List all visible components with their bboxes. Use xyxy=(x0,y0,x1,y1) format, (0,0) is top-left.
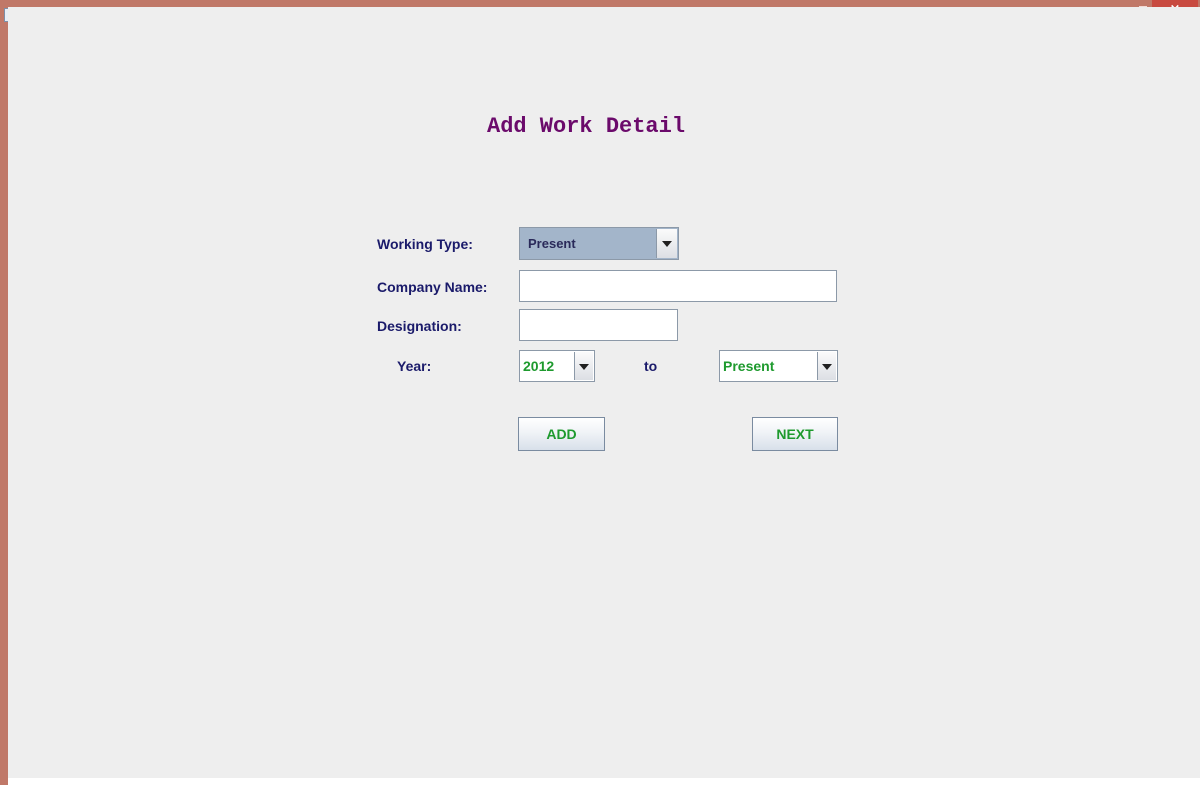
year-to-selected: Present xyxy=(723,358,775,374)
year-to-dropdown[interactable]: Present xyxy=(719,350,838,382)
year-from-selected: 2012 xyxy=(523,358,555,374)
next-button[interactable]: NEXT xyxy=(752,417,838,451)
designation-label: Designation: xyxy=(377,318,462,334)
chevron-down-icon[interactable] xyxy=(817,352,836,380)
year-to-separator: to xyxy=(644,358,658,374)
working-type-label: Working Type: xyxy=(377,236,473,252)
window-bottom-edge xyxy=(8,778,1200,785)
year-from-dropdown[interactable]: 2012 xyxy=(519,350,595,382)
company-name-label: Company Name: xyxy=(377,279,488,295)
chevron-down-icon[interactable] xyxy=(656,229,677,258)
chevron-down-icon[interactable] xyxy=(574,352,593,380)
year-label: Year: xyxy=(397,358,432,374)
working-type-dropdown[interactable]: Present xyxy=(519,227,679,260)
app-window: × Add Work Detail Working Type: Present … xyxy=(0,0,1200,785)
add-button[interactable]: ADD xyxy=(518,417,605,451)
page-title: Add Work Detail xyxy=(487,114,686,139)
company-name-input[interactable] xyxy=(519,270,837,302)
working-type-selected: Present xyxy=(528,236,576,251)
designation-input[interactable] xyxy=(519,309,678,341)
